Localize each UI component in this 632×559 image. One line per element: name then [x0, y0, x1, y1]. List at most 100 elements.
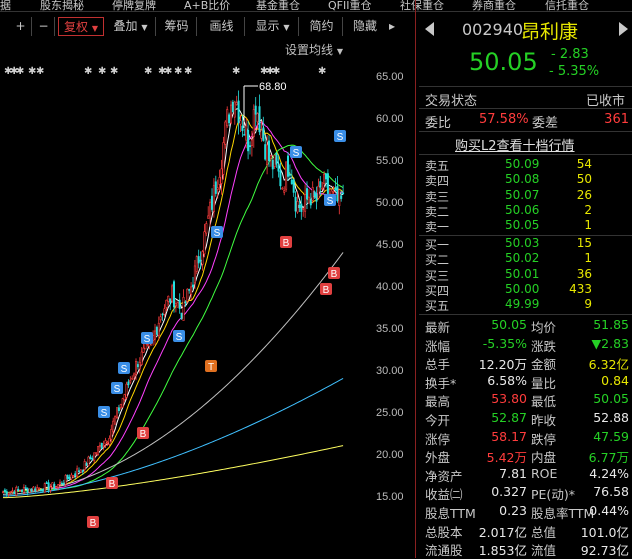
- menu-item[interactable]: 券商重仓: [472, 0, 516, 11]
- buy-marker[interactable]: B: [87, 516, 99, 529]
- sell-marker[interactable]: S: [334, 130, 346, 143]
- menu-item[interactable]: 股东揭秘: [40, 0, 84, 11]
- stat-label: 量比: [531, 375, 557, 391]
- candle-body: [186, 288, 189, 302]
- sell-marker[interactable]: S: [98, 406, 110, 419]
- candle-body: [98, 444, 101, 448]
- divider: [419, 86, 632, 87]
- yincang-button[interactable]: 隐藏: [345, 17, 385, 36]
- candle-body: [91, 457, 94, 460]
- diejia-button[interactable]: 叠加 ▼: [106, 17, 156, 36]
- candle-body: [226, 109, 229, 127]
- event-flag-icon[interactable]: ✱: [184, 66, 192, 77]
- more-arrow-icon[interactable]: ▸: [385, 17, 399, 36]
- event-flag-icon[interactable]: ✱: [272, 66, 280, 77]
- event-flag-icon[interactable]: ✱: [98, 66, 106, 77]
- candle-body: [224, 121, 227, 145]
- stat-label: 今开: [425, 413, 451, 428]
- panel-divider: [415, 0, 416, 558]
- buy-marker[interactable]: B: [320, 283, 332, 296]
- ma-settings-label: 设置均线: [285, 43, 334, 57]
- bid-level-price: 50.03: [505, 236, 540, 250]
- event-flag-icon[interactable]: ✱: [232, 66, 240, 77]
- candle-body: [58, 481, 61, 485]
- event-flag-icon[interactable]: ✱: [84, 66, 92, 77]
- sell-marker[interactable]: S: [141, 332, 153, 345]
- menu-item[interactable]: 基金重仓: [256, 0, 300, 11]
- menu-item[interactable]: A+B比价: [184, 0, 230, 11]
- candle-body: [13, 491, 16, 495]
- buy-marker[interactable]: B: [106, 477, 118, 490]
- stock-name: 昂利康: [521, 21, 579, 43]
- stat-value: 6.58%: [487, 372, 527, 388]
- huaxian-button[interactable]: 画线: [199, 17, 245, 36]
- candle-body: [216, 187, 219, 190]
- xianshi-button[interactable]: 显示 ▼: [247, 17, 299, 36]
- candle-body: [142, 347, 145, 353]
- candle-body: [203, 231, 206, 255]
- sell-marker[interactable]: S: [173, 330, 185, 343]
- event-flag-icon[interactable]: ✱: [110, 66, 118, 77]
- event-flag-icon[interactable]: ✱: [144, 66, 152, 77]
- sell-marker[interactable]: S: [211, 226, 223, 239]
- menu-item[interactable]: 信托重仓: [545, 0, 589, 11]
- sell-marker[interactable]: S: [324, 194, 336, 207]
- sell-marker[interactable]: S: [111, 382, 123, 395]
- candle-body: [66, 474, 69, 479]
- candle-body: [85, 463, 88, 466]
- candle-body: [262, 127, 265, 141]
- candle-body: [277, 164, 280, 172]
- menu-item[interactable]: QFII重仓: [328, 0, 371, 11]
- buy-marker[interactable]: B: [328, 267, 340, 280]
- candle-body: [176, 302, 179, 308]
- y-tick-label: 20.00: [376, 449, 404, 461]
- candle-body: [214, 181, 217, 194]
- sell-marker[interactable]: S: [118, 362, 130, 375]
- svg-text:B: B: [323, 285, 330, 296]
- candle-body: [256, 113, 259, 123]
- menu-item[interactable]: 停牌复牌: [112, 0, 156, 11]
- candle-body: [30, 488, 33, 492]
- buy-l2-link[interactable]: 购买L2查看十档行情: [455, 135, 575, 154]
- ask-level-volume: 1: [584, 218, 592, 233]
- candle-body: [117, 407, 120, 411]
- candle-body: [89, 456, 92, 459]
- jianyue-button[interactable]: 简约: [301, 17, 343, 36]
- candle-body: [245, 125, 248, 141]
- event-flag-icon[interactable]: ✱: [36, 66, 44, 77]
- zoom-out-button[interactable]: −: [33, 17, 55, 36]
- candle-body: [106, 441, 109, 444]
- weicha-label: 委差: [532, 116, 559, 131]
- svg-text:S: S: [144, 334, 151, 345]
- chouma-button[interactable]: 筹码: [157, 17, 197, 36]
- candle-body: [342, 192, 345, 195]
- candle-body: [266, 144, 269, 165]
- peak-label: 68.80: [259, 81, 287, 93]
- candle-body: [218, 177, 221, 185]
- buy-marker[interactable]: B: [137, 427, 149, 440]
- svg-text:S: S: [214, 228, 221, 239]
- candle-body: [41, 488, 44, 492]
- fuquan-button[interactable]: 复权 ▼: [58, 17, 104, 36]
- sell-marker[interactable]: S: [290, 146, 302, 159]
- buy-marker[interactable]: B: [280, 236, 292, 249]
- event-flag-icon[interactable]: ✱: [16, 66, 24, 77]
- trade-marker[interactable]: T: [205, 360, 217, 373]
- stat-label: 总股本: [425, 524, 463, 540]
- y-tick-label: 65.00: [376, 71, 404, 83]
- next-stock-arrow-icon[interactable]: [619, 22, 628, 36]
- candle-body: [252, 109, 255, 137]
- menu-item[interactable]: 社保重仓: [400, 0, 444, 11]
- menu-item[interactable]: 据: [0, 0, 11, 11]
- stat-value: 52.87: [491, 410, 527, 425]
- kline-chart[interactable]: ✱✱✱ ✱ ✱ ✱ ✱ ✱ ✱ ✱✱ ✱ ✱ ✱ ✱✱✱ ✱ SSSS SSSSSBBBBBBT 68.8…: [0, 56, 413, 558]
- candle-body: [188, 289, 191, 291]
- quote-panel: 002940 昂利康 50.05 - 2.83 - 5.35% 交易状态 已收市…: [419, 14, 632, 558]
- event-flag-icon[interactable]: ✱: [164, 66, 172, 77]
- zoom-in-button[interactable]: +: [10, 17, 32, 36]
- prev-stock-arrow-icon[interactable]: [425, 22, 434, 36]
- candle-body: [68, 476, 71, 480]
- stat-label: 流值: [531, 543, 557, 559]
- event-flag-icon[interactable]: ✱: [174, 66, 182, 77]
- event-flag-icon[interactable]: ✱: [318, 66, 326, 77]
